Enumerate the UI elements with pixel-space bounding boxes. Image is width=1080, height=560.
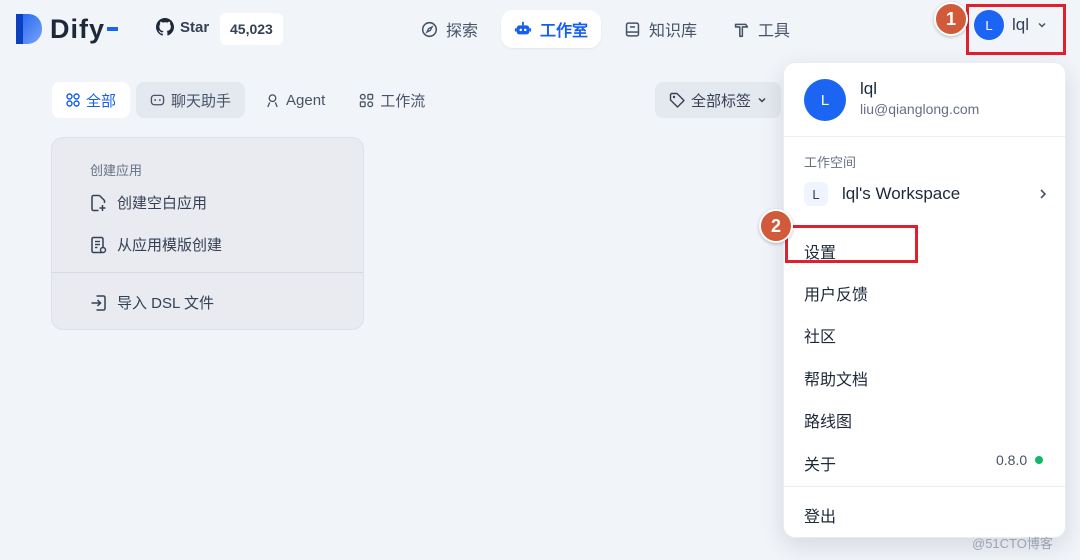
tab-label: Agent (286, 91, 326, 109)
workspace-name: lql's Workspace (842, 184, 961, 203)
file-plus-icon (91, 194, 106, 211)
dropdown-divider (784, 136, 1065, 137)
workflow-icon (359, 93, 374, 107)
nav-label: 探索 (446, 23, 479, 40)
tab-workflow[interactable]: 工作流 (345, 82, 439, 118)
tab-label: 聊天助手 (171, 92, 232, 110)
create-blank-app-button[interactable]: 创建空白应用 (90, 192, 207, 213)
menu-feedback[interactable]: 用户反馈 (804, 281, 868, 305)
highlight-box-user (966, 4, 1066, 55)
menu-logout[interactable]: 登出 (804, 503, 836, 527)
tag-filter-select[interactable]: 全部标签 (655, 82, 782, 118)
menu-community[interactable]: 社区 (804, 323, 836, 347)
step-badge-2: 2 (759, 209, 793, 243)
tab-chat-assistant[interactable]: 聊天助手 (136, 82, 246, 118)
brand-cursor (107, 27, 119, 31)
tag-filter-label: 全部标签 (691, 92, 752, 110)
version-info: 0.8.0 (996, 452, 1044, 468)
user-dropdown-menu: L lql liu@qianglong.com 工作空间 L lql's Wor… (783, 62, 1066, 538)
create-item-label: 创建空白应用 (117, 195, 208, 212)
agent-icon (267, 93, 278, 107)
avatar: L (804, 79, 846, 121)
import-dsl-button[interactable]: 导入 DSL 文件 (90, 292, 214, 313)
chat-icon (150, 94, 165, 105)
watermark: @51CTO博客 (972, 536, 1053, 551)
version-number: 0.8.0 (996, 452, 1028, 468)
create-item-label: 导入 DSL 文件 (117, 295, 214, 312)
nav-tools[interactable]: 工具 (720, 10, 803, 48)
highlight-box-settings (785, 225, 918, 263)
create-app-title: 创建应用 (90, 163, 143, 178)
brand-name: Dify (50, 13, 106, 44)
chevron-down-icon (758, 97, 766, 103)
menu-about[interactable]: 关于 (804, 451, 836, 475)
github-star-button[interactable]: Star (156, 18, 209, 36)
star-label: Star (180, 18, 210, 36)
top-header: Dify Star 45,023 探索 工作室 知识库 工具 L lql (0, 0, 1080, 60)
robot-icon (514, 21, 532, 35)
import-icon (91, 294, 106, 311)
tab-label: 全部 (86, 92, 117, 110)
dropdown-divider (784, 486, 1065, 487)
app-filter-tabs: 全部 聊天助手 Agent 工作流 (52, 82, 439, 118)
create-from-template-button[interactable]: 从应用模版创建 (90, 234, 222, 255)
dify-logo[interactable]: Dify (14, 12, 119, 46)
grid-icon (66, 93, 80, 107)
file-template-icon (91, 236, 107, 253)
tag-icon (669, 92, 685, 108)
dropdown-user-name: lql (860, 79, 878, 98)
compass-icon (421, 21, 438, 37)
menu-help-docs[interactable]: 帮助文档 (804, 366, 868, 390)
star-count[interactable]: 45,023 (220, 13, 283, 45)
status-dot (1035, 456, 1044, 464)
workspace-section-title: 工作空间 (804, 155, 857, 170)
book-icon (625, 21, 640, 37)
create-item-label: 从应用模版创建 (117, 237, 223, 254)
step-badge-1: 1 (934, 2, 968, 36)
github-icon (156, 18, 174, 36)
menu-roadmap[interactable]: 路线图 (804, 408, 852, 432)
nav-label: 工具 (758, 23, 791, 40)
dropdown-user-email: liu@qianglong.com (860, 101, 980, 117)
card-divider (52, 272, 363, 273)
nav-explore[interactable]: 探索 (408, 10, 491, 48)
dify-logo-icon (16, 14, 42, 44)
chevron-right-icon (1040, 189, 1047, 199)
tab-label: 工作流 (380, 92, 426, 110)
hammer-icon (734, 23, 749, 37)
nav-label: 知识库 (649, 23, 698, 40)
main-nav: 探索 工作室 知识库 工具 (408, 10, 813, 48)
tab-agent[interactable]: Agent (251, 82, 339, 118)
nav-studio[interactable]: 工作室 (501, 10, 602, 48)
tab-all[interactable]: 全部 (52, 82, 131, 118)
nav-knowledge[interactable]: 知识库 (611, 10, 710, 48)
workspace-switcher[interactable]: L lql's Workspace (804, 179, 1048, 209)
create-app-card: 创建应用 创建空白应用 从应用模版创建 导入 DSL 文件 (51, 137, 364, 330)
workspace-icon: L (804, 182, 828, 206)
nav-label: 工作室 (540, 23, 589, 40)
